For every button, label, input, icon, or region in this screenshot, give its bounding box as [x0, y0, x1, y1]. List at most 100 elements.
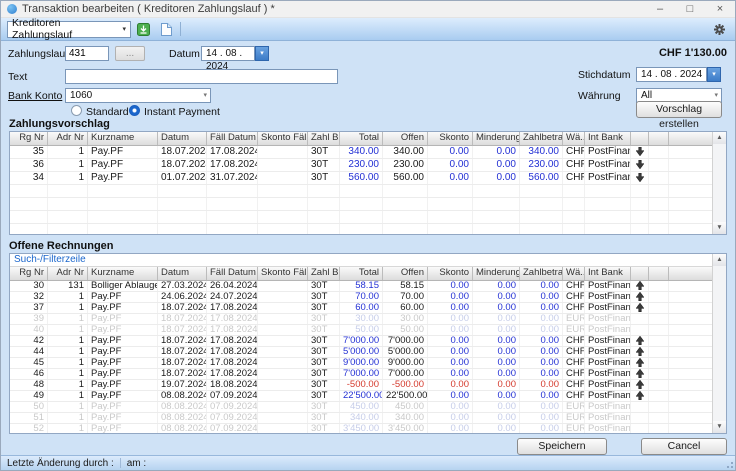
scroll-up-icon[interactable]: ▲ [713, 132, 726, 144]
chevron-down-icon: ▾ [203, 89, 207, 102]
zahlungslauf-nr-input[interactable] [65, 46, 109, 61]
table-row[interactable]: 371Pay.PF18.07.202417.08.202430T60.0060.… [10, 303, 712, 314]
move-up-icon[interactable] [631, 369, 649, 379]
move-down-icon[interactable] [631, 159, 649, 171]
import-icon[interactable] [134, 20, 153, 39]
move-up-icon[interactable] [631, 358, 649, 368]
column-header-zahlb[interactable]: Zahl B.. [308, 267, 340, 280]
transaction-type-select[interactable]: Kreditoren Zahlungslauf ▾ [7, 21, 131, 38]
move-up-icon[interactable] [631, 391, 649, 401]
column-header-zahlb[interactable]: Zahl B.. [308, 132, 340, 145]
empty-cell [10, 224, 48, 234]
table-row[interactable]: 481Pay.PF19.07.202418.08.202430T-500.00-… [10, 380, 712, 391]
bank-konto-label[interactable]: Bank Konto [8, 90, 62, 102]
column-header-wae[interactable]: Wä.. [563, 132, 585, 145]
transaction-type-value: Kreditoren Zahlungslauf [12, 17, 119, 41]
column-header-kurzname[interactable]: Kurzname [88, 132, 158, 145]
column-header-skonto[interactable]: Skonto [428, 267, 473, 280]
column-header-total[interactable]: Total [340, 132, 383, 145]
empty-cell [207, 198, 258, 210]
column-header-rg[interactable]: Rg Nr [10, 132, 48, 145]
column-header-offen[interactable]: Offen [383, 132, 428, 145]
table-header: Rg NrAdr NrKurznameDatumFäll DatumSkonto… [10, 267, 712, 281]
move-up-icon[interactable] [631, 347, 649, 357]
column-header-datum[interactable]: Datum [158, 267, 207, 280]
cell-rg: 34 [10, 172, 48, 184]
filter-row-link[interactable]: Such-/Filterzeile [10, 254, 712, 267]
table-row[interactable]: 361Pay.PF18.07.202417.08.202430T230.0023… [10, 159, 712, 172]
cell-offen: 340.00 [383, 413, 428, 423]
save-button[interactable]: Speichern [517, 438, 607, 455]
table-row[interactable]: 491Pay.PF08.08.202407.09.202430T22'500.0… [10, 391, 712, 402]
cell-faell: 17.08.2024 [207, 358, 258, 368]
cancel-button[interactable]: Cancel [641, 438, 727, 455]
datum-dropdown-icon[interactable]: ▾ [255, 46, 269, 61]
column-header-skonto_faell[interactable]: Skonto Fäll -.. [258, 267, 308, 280]
move-down-icon[interactable] [631, 172, 649, 184]
cell-rg: 39 [10, 314, 48, 324]
column-header-adr[interactable]: Adr Nr [48, 267, 88, 280]
cell-zahlbetrag: 0.00 [520, 380, 563, 390]
table-row[interactable]: 441Pay.PF18.07.202417.08.202430T5'000.00… [10, 347, 712, 358]
cell-total: 450.00 [340, 402, 383, 412]
table-row[interactable]: 351Pay.PF18.07.202417.08.202430T340.0034… [10, 146, 712, 159]
stichdatum-dropdown-icon[interactable]: ▾ [707, 67, 721, 82]
vertical-scrollbar[interactable]: ▲ ▼ [712, 254, 726, 433]
column-header-skonto[interactable]: Skonto [428, 132, 473, 145]
scroll-down-icon[interactable]: ▼ [713, 222, 726, 234]
scroll-up-icon[interactable]: ▲ [713, 254, 726, 266]
bank-konto-select[interactable]: 1060 ▾ [65, 88, 211, 103]
browse-button[interactable]: ... [115, 46, 145, 61]
column-header-zahlbetrag[interactable]: Zahlbetrag.. [520, 267, 563, 280]
table-row[interactable]: 30131Bolliger Ablauge..27.03.202426.04.2… [10, 281, 712, 292]
column-header-offen[interactable]: Offen [383, 267, 428, 280]
move-up-icon[interactable] [631, 292, 649, 302]
cell-wae: EUR [563, 402, 585, 412]
column-header-faell[interactable]: Fäll Datum [207, 132, 258, 145]
close-icon[interactable]: × [705, 1, 735, 17]
empty-cell [10, 185, 48, 197]
minimize-icon[interactable]: – [645, 1, 675, 17]
maximize-icon[interactable]: □ [675, 1, 705, 17]
column-header-total[interactable]: Total [340, 267, 383, 280]
cell-offen: 70.00 [383, 292, 428, 302]
table-row[interactable]: 421Pay.PF18.07.202417.08.202430T7'000.00… [10, 336, 712, 347]
column-header-adr[interactable]: Adr Nr [48, 132, 88, 145]
column-header-minderung[interactable]: Minderung [473, 132, 520, 145]
vertical-scrollbar[interactable]: ▲ ▼ [712, 132, 726, 234]
text-input[interactable] [65, 69, 338, 84]
column-header-skonto_faell[interactable]: Skonto Fäll -.. [258, 132, 308, 145]
empty-cell [340, 224, 383, 234]
stichdatum-field[interactable]: 14 . 08 . 2024 [636, 67, 707, 82]
vorschlag-erstellen-button[interactable]: Vorschlag erstellen [636, 101, 722, 118]
cell-zahlb: 30T [308, 281, 340, 291]
column-header-zahlbetrag[interactable]: Zahlbetrag.. [520, 132, 563, 145]
column-header-intbank[interactable]: Int Bank [585, 132, 631, 145]
column-header-datum[interactable]: Datum [158, 132, 207, 145]
move-up-icon[interactable] [631, 303, 649, 313]
column-header-intbank[interactable]: Int Bank [585, 267, 631, 280]
scroll-down-icon[interactable]: ▼ [713, 421, 726, 433]
column-header-wae[interactable]: Wä.. [563, 267, 585, 280]
move-up-icon[interactable] [631, 380, 649, 390]
column-header-rg[interactable]: Rg Nr [10, 267, 48, 280]
radio-instant-payment[interactable] [129, 105, 140, 116]
column-header-minderung[interactable]: Minderung [473, 267, 520, 280]
radio-standard[interactable] [71, 105, 82, 116]
move-up-icon[interactable] [631, 281, 649, 291]
table-row[interactable]: 341Pay.PF01.07.202431.07.202430T560.0056… [10, 172, 712, 185]
gear-icon[interactable] [710, 20, 729, 39]
empty-cell [10, 211, 48, 223]
move-down-icon[interactable] [631, 146, 649, 158]
new-document-icon[interactable] [156, 20, 175, 39]
datum-field[interactable]: 14 . 08 . 2024 [201, 46, 255, 61]
table-row[interactable]: 321Pay.PF24.06.202424.07.202430T70.0070.… [10, 292, 712, 303]
resize-grip-icon[interactable] [725, 460, 734, 469]
column-header-kurzname[interactable]: Kurzname [88, 267, 158, 280]
toolbar-separator [180, 22, 181, 36]
column-header-faell[interactable]: Fäll Datum [207, 267, 258, 280]
table-row[interactable]: 461Pay.PF18.07.202417.08.202430T7'000.00… [10, 369, 712, 380]
empty-cell [563, 211, 585, 223]
move-up-icon[interactable] [631, 336, 649, 346]
table-row[interactable]: 451Pay.PF18.07.202417.08.202430T9'000.00… [10, 358, 712, 369]
